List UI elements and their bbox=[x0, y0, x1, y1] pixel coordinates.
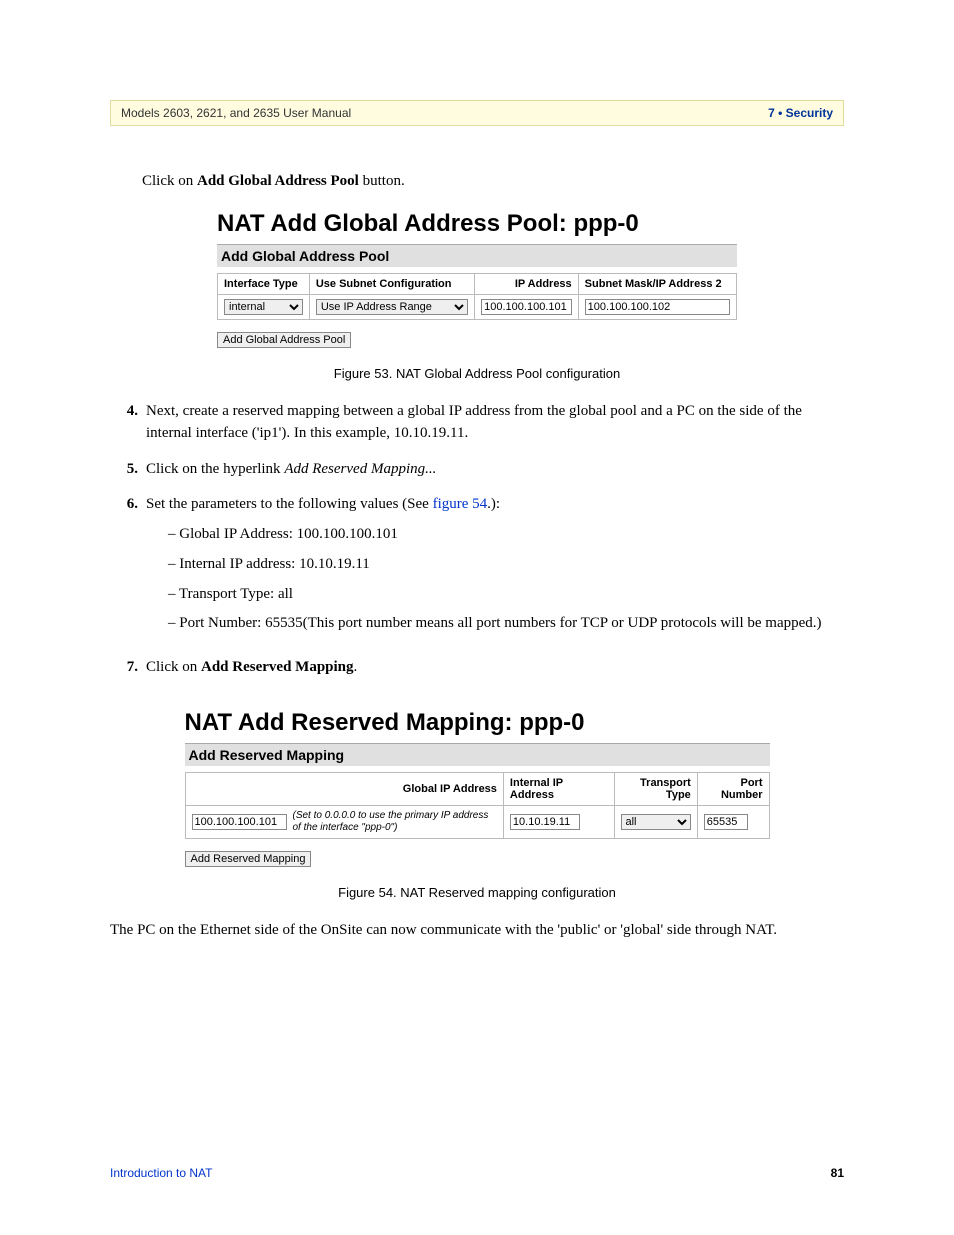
page-container: Models 2603, 2621, and 2635 User Manual … bbox=[0, 0, 954, 1235]
global-pool-table: Interface Type Use Subnet Configuration … bbox=[217, 273, 737, 320]
ip-address-input[interactable] bbox=[481, 299, 572, 315]
reserved-mapping-table: Global IP Address Internal IP Address Tr… bbox=[185, 772, 770, 839]
internal-ip-input[interactable] bbox=[510, 814, 580, 830]
figure-54-link[interactable]: figure 54 bbox=[433, 496, 488, 512]
step-6-suffix: .): bbox=[487, 496, 500, 512]
global-ip-input[interactable] bbox=[192, 814, 287, 830]
page-header-bar: Models 2603, 2621, and 2635 User Manual … bbox=[110, 100, 844, 126]
step-4-number: 4. bbox=[110, 401, 146, 445]
sub-internal-ip: – Internal IP address: 10.10.19.11 bbox=[168, 554, 844, 576]
add-global-address-pool-button[interactable]: Add Global Address Pool bbox=[217, 332, 351, 348]
intro-prefix: Click on bbox=[142, 173, 197, 189]
step-5-prefix: Click on the hyperlink bbox=[146, 461, 284, 477]
page-footer: Introduction to NAT 81 bbox=[110, 1166, 844, 1180]
nat-reserved-mapping-title: NAT Add Reserved Mapping: ppp-0 bbox=[185, 709, 770, 737]
subnet-mask-input[interactable] bbox=[585, 299, 730, 315]
step-7-text: Click on Add Reserved Mapping. bbox=[146, 657, 844, 679]
sub-global-ip: – Global IP Address: 100.100.100.101 bbox=[168, 524, 844, 546]
step-6-number: 6. bbox=[110, 494, 146, 643]
manual-title: Models 2603, 2621, and 2635 User Manual bbox=[121, 106, 351, 120]
nat-global-pool-section: Add Global Address Pool bbox=[217, 244, 737, 267]
col-subnet-mask: Subnet Mask/IP Address 2 bbox=[578, 274, 736, 295]
step-7-number: 7. bbox=[110, 657, 146, 679]
nat-global-pool-title: NAT Add Global Address Pool: ppp-0 bbox=[217, 210, 737, 238]
intro-button-name: Add Global Address Pool bbox=[197, 173, 359, 189]
col-use-subnet: Use Subnet Configuration bbox=[309, 274, 474, 295]
sub-transport: – Transport Type: all bbox=[168, 584, 844, 606]
sub-transport-text: Transport Type: all bbox=[179, 586, 293, 602]
page-number: 81 bbox=[831, 1166, 844, 1180]
add-reserved-mapping-button[interactable]: Add Reserved Mapping bbox=[185, 851, 312, 867]
global-ip-cell: (Set to 0.0.0.0 to use the primary IP ad… bbox=[192, 810, 497, 834]
intro-suffix: button. bbox=[359, 173, 405, 189]
step-6: 6. Set the parameters to the following v… bbox=[110, 494, 844, 643]
col-transport-type: Transport Type bbox=[614, 772, 697, 805]
sub-port: – Port Number: 65535(This port number me… bbox=[168, 613, 844, 635]
chapter-label: 7 • Security bbox=[768, 106, 833, 120]
step-6-prefix: Set the parameters to the following valu… bbox=[146, 496, 433, 512]
figure-54-caption: Figure 54. NAT Reserved mapping configur… bbox=[110, 885, 844, 900]
figure-54: NAT Add Reserved Mapping: ppp-0 Add Rese… bbox=[110, 709, 844, 900]
step-6-sublist: – Global IP Address: 100.100.100.101 – I… bbox=[168, 524, 844, 635]
step-7-prefix: Click on bbox=[146, 659, 201, 675]
step-7: 7. Click on Add Reserved Mapping. bbox=[110, 657, 844, 679]
sub-global-ip-text: Global IP Address: 100.100.100.101 bbox=[179, 526, 398, 542]
global-ip-note: (Set to 0.0.0.0 to use the primary IP ad… bbox=[293, 810, 497, 834]
col-interface-type: Interface Type bbox=[218, 274, 310, 295]
nat-reserved-mapping-panel: NAT Add Reserved Mapping: ppp-0 Add Rese… bbox=[185, 709, 770, 867]
port-number-input[interactable] bbox=[704, 814, 748, 830]
sub-port-text: Port Number: 65535(This port number mean… bbox=[179, 615, 821, 631]
col-ip-address: IP Address bbox=[475, 274, 579, 295]
col-global-ip: Global IP Address bbox=[185, 772, 503, 805]
nat-global-pool-panel: NAT Add Global Address Pool: ppp-0 Add G… bbox=[217, 210, 737, 348]
subnet-config-select[interactable]: Use IP Address Range bbox=[316, 299, 468, 315]
figure-53-caption: Figure 53. NAT Global Address Pool confi… bbox=[110, 366, 844, 381]
closing-paragraph: The PC on the Ethernet side of the OnSit… bbox=[110, 920, 844, 942]
col-internal-ip: Internal IP Address bbox=[503, 772, 614, 805]
interface-type-select[interactable]: internal bbox=[224, 299, 303, 315]
intro-paragraph: Click on Add Global Address Pool button. bbox=[142, 171, 844, 192]
step-4: 4. Next, create a reserved mapping betwe… bbox=[110, 401, 844, 445]
figure-53: NAT Add Global Address Pool: ppp-0 Add G… bbox=[110, 210, 844, 381]
step-7-bold: Add Reserved Mapping bbox=[201, 659, 354, 675]
step-6-body: Set the parameters to the following valu… bbox=[146, 494, 844, 643]
step-4-text: Next, create a reserved mapping between … bbox=[146, 401, 844, 445]
step-5-link: Add Reserved Mapping... bbox=[284, 461, 436, 477]
step-5: 5. Click on the hyperlink Add Reserved M… bbox=[110, 459, 844, 481]
footer-section-link[interactable]: Introduction to NAT bbox=[110, 1166, 213, 1180]
step-5-number: 5. bbox=[110, 459, 146, 481]
sub-internal-ip-text: Internal IP address: 10.10.19.11 bbox=[179, 556, 370, 572]
col-port-number: Port Number bbox=[697, 772, 769, 805]
transport-type-select[interactable]: all bbox=[621, 814, 691, 830]
step-7-suffix: . bbox=[354, 659, 358, 675]
step-5-text: Click on the hyperlink Add Reserved Mapp… bbox=[146, 459, 844, 481]
nat-reserved-mapping-section: Add Reserved Mapping bbox=[185, 743, 770, 766]
